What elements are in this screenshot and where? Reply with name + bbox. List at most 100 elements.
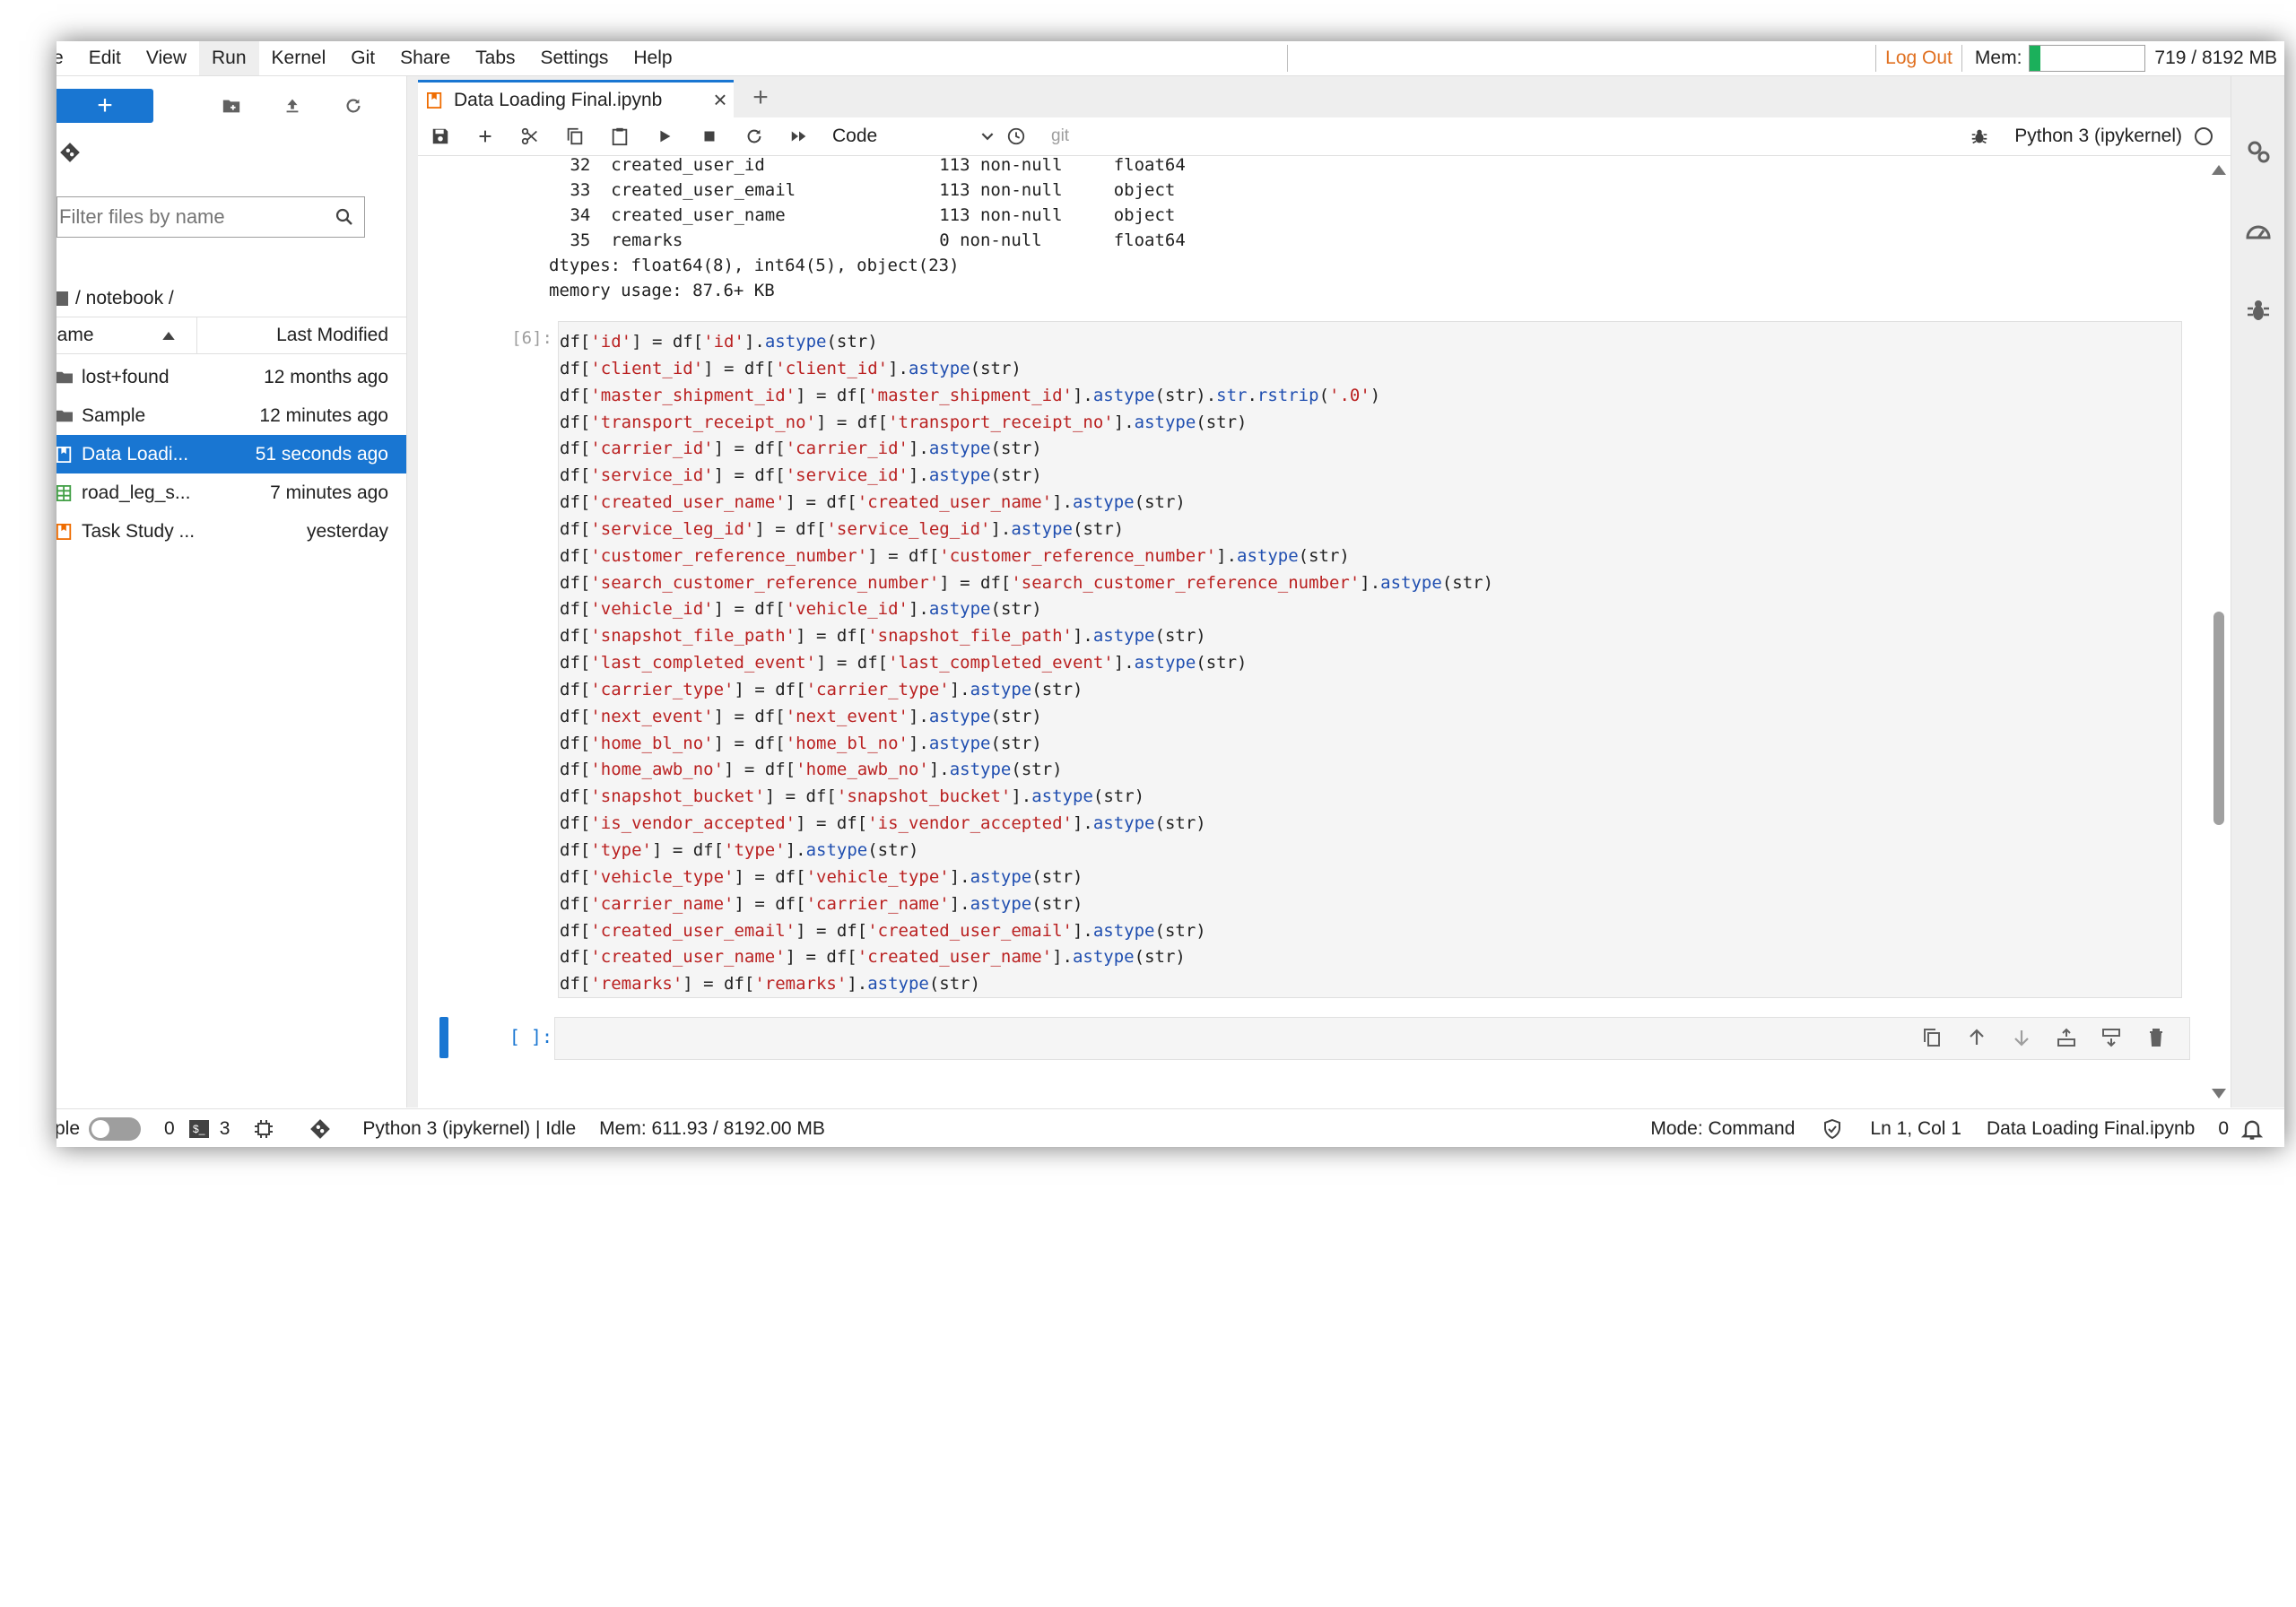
menu-file[interactable]: e: [57, 41, 76, 75]
bell-icon[interactable]: [2239, 1116, 2265, 1142]
kernel-cpu-icon[interactable]: [253, 1118, 274, 1140]
arrow-down-icon: [2014, 1030, 2029, 1047]
memory-bar-fill: [2030, 46, 2040, 71]
filter-files-field[interactable]: [57, 196, 365, 238]
run-button[interactable]: [642, 117, 687, 155]
menu-git[interactable]: Git: [338, 41, 387, 75]
scroll-up-arrow-icon[interactable]: [2212, 165, 2226, 175]
cut-button[interactable]: [508, 117, 552, 155]
debugger-panel-button[interactable]: [2244, 296, 2273, 325]
new-launcher-button[interactable]: +: [57, 89, 153, 123]
code-line: df['transport_receipt_no'] = df['transpo…: [560, 412, 1248, 432]
breadcrumb-path[interactable]: / notebook /: [75, 288, 174, 309]
notebook-content[interactable]: 32 created_user_id 113 non-null float64 …: [418, 156, 2208, 1108]
code-line: df['snapshot_file_path'] = df['snapshot_…: [560, 626, 1206, 647]
history-button[interactable]: [994, 117, 1039, 155]
gauge-icon: [2246, 225, 2271, 239]
file-row[interactable]: lost+found 12 months ago: [57, 358, 406, 396]
notebook-panel: Code git Python 3 (ipykernel) 32 created…: [418, 117, 2231, 1108]
menu-divider: [1287, 45, 1288, 72]
home-folder-icon[interactable]: [57, 291, 68, 306]
copy-icon: [567, 127, 583, 145]
upload-button[interactable]: [277, 91, 308, 121]
resource-usage-button[interactable]: [2244, 218, 2273, 247]
code-line: df['home_bl_no'] = df['home_bl_no'].asty…: [560, 733, 1042, 753]
run-all-button[interactable]: [777, 117, 822, 155]
code-line: df['remarks'] = df['remarks'].astype(str…: [560, 974, 981, 995]
property-inspector-button[interactable]: [2244, 137, 2273, 166]
new-folder-button[interactable]: [216, 91, 247, 121]
trusted-shield-icon[interactable]: [1822, 1118, 1843, 1140]
notification-count[interactable]: 0: [2218, 1118, 2229, 1140]
code-line: df['next_event'] = df['next_event'].asty…: [560, 706, 1042, 726]
file-list: lost+found 12 months ago Sample 12 minut…: [57, 358, 406, 551]
restart-button[interactable]: [732, 117, 777, 155]
menu-view[interactable]: View: [134, 41, 199, 75]
logout-button[interactable]: Log Out: [1875, 45, 1962, 72]
notebook-icon: [57, 446, 74, 464]
file-name: Sample: [82, 404, 146, 426]
cell-type-dropdown[interactable]: Code: [832, 126, 994, 147]
memory-status-text: Mem: 611.93 / 8192.00 MB: [599, 1117, 825, 1139]
git-status-icon[interactable]: [309, 1117, 332, 1141]
cursor-position[interactable]: Ln 1, Col 1: [1870, 1118, 1961, 1140]
interrupt-button[interactable]: [687, 117, 732, 155]
new-tab-button[interactable]: +: [744, 82, 777, 114]
move-down-button[interactable]: [2005, 1021, 2038, 1055]
simple-mode-toggle[interactable]: [89, 1116, 142, 1141]
paste-icon: [612, 127, 628, 146]
duplicate-cell-button[interactable]: [1916, 1021, 1948, 1055]
menu-tabs[interactable]: Tabs: [463, 41, 527, 75]
menu-settings[interactable]: Settings: [528, 41, 622, 75]
git-clone-icon[interactable]: [58, 141, 82, 164]
code-line: df['carrier_id'] = df['carrier_id'].asty…: [560, 439, 1042, 459]
insert-above-button[interactable]: [2050, 1021, 2083, 1055]
tab-notebook[interactable]: Data Loading Final.ipynb ×: [418, 80, 734, 117]
menu-share[interactable]: Share: [387, 41, 463, 75]
code-line: df['vehicle_type'] = df['vehicle_type'].…: [560, 866, 1083, 887]
kernel-status-text[interactable]: Python 3 (ipykernel) | Idle: [362, 1118, 576, 1140]
refresh-button[interactable]: [338, 91, 369, 121]
save-button[interactable]: [418, 117, 463, 155]
kernel-count[interactable]: 0: [164, 1118, 175, 1140]
kernel-idle-circle-icon: [2195, 127, 2213, 145]
close-tab-icon[interactable]: ×: [707, 86, 734, 114]
filter-files-input[interactable]: [57, 204, 334, 230]
column-modified-header[interactable]: Last Modified: [197, 325, 406, 346]
insert-below-button[interactable]: [2095, 1021, 2127, 1055]
move-up-button[interactable]: [1961, 1021, 1993, 1055]
menu-edit[interactable]: Edit: [76, 41, 134, 75]
code-line: df['master_shipment_id'] = df['master_sh…: [560, 385, 1381, 405]
menu-run[interactable]: Run: [199, 41, 259, 75]
copy-button[interactable]: [552, 117, 597, 155]
delete-cell-button[interactable]: [2140, 1021, 2172, 1055]
file-row[interactable]: road_leg_s... 7 minutes ago: [57, 473, 406, 512]
main-dock-area: Data Loading Final.ipynb × + Code git Py…: [407, 76, 2231, 1108]
menu-kernel[interactable]: Kernel: [259, 41, 339, 75]
trash-icon: [2150, 1029, 2162, 1047]
git-label[interactable]: git: [1051, 126, 1069, 146]
insert-cell-button[interactable]: [463, 117, 508, 155]
kernel-name[interactable]: Python 3 (ipykernel): [2014, 126, 2182, 147]
menu-help[interactable]: Help: [621, 41, 684, 75]
file-row[interactable]: Task Study ... yesterday: [57, 512, 406, 551]
gears-icon: [2248, 141, 2270, 163]
code-line: df['service_id'] = df['service_id'].asty…: [560, 465, 1042, 486]
file-row[interactable]: Sample 12 minutes ago: [57, 396, 406, 435]
spreadsheet-icon: [57, 484, 74, 502]
file-modified: yesterday: [306, 520, 388, 542]
code-line: df['client_id'] = df['client_id'].astype…: [560, 358, 1022, 378]
code-line: df['search_customer_reference_number'] =…: [560, 572, 1494, 593]
terminal-count[interactable]: 3: [220, 1118, 230, 1140]
scroll-down-arrow-icon[interactable]: [2212, 1089, 2226, 1099]
scrollbar[interactable]: [2208, 156, 2231, 1108]
debugger-button[interactable]: [1957, 117, 2002, 155]
column-name-header[interactable]: lame: [57, 325, 196, 346]
code-line: df['id'] = df['id'].astype(str): [560, 332, 878, 352]
scrollbar-thumb[interactable]: [2213, 612, 2224, 825]
paste-button[interactable]: [597, 117, 642, 155]
file-row-selected[interactable]: Data Loadi... 51 seconds ago: [57, 435, 406, 473]
file-modified: 12 minutes ago: [259, 404, 388, 426]
right-sidebar: [2231, 76, 2284, 1108]
arrow-up-icon: [1970, 1029, 1984, 1045]
